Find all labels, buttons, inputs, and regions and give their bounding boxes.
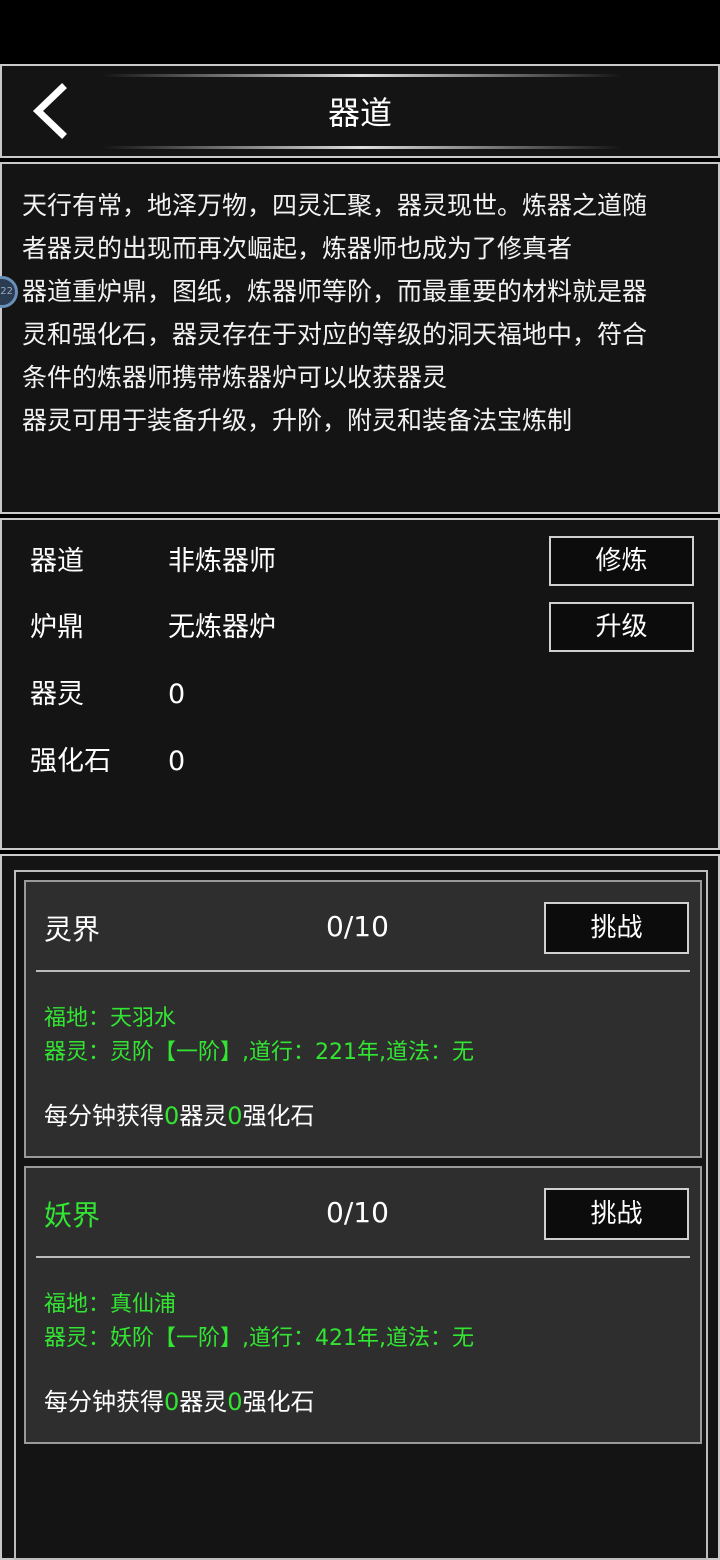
gain-mid: 器灵 [179, 1388, 228, 1416]
header-decor-line-top [102, 74, 622, 77]
description-line: 者器灵的出现而再次崛起，炼器师也成为了修真者 [22, 234, 573, 263]
description-line: 天行有常，地泽万物，四灵汇聚，器灵现世。炼器之道随 [22, 191, 648, 220]
description-line: 器灵可用于装备升级，升阶，附灵和装备法宝炼制 [22, 406, 573, 435]
stat-label: 器道 [30, 546, 84, 577]
stone-gain-value: 0 [227, 1388, 243, 1416]
realm-gain-rate: 每分钟获得0器灵0强化石 [44, 1096, 315, 1131]
page-title: 器道 [327, 94, 392, 132]
realm-progress-count: 0/10 [326, 910, 389, 943]
spirit-gain-value: 0 [164, 1388, 180, 1416]
spirit-gain-value: 0 [164, 1102, 180, 1130]
stone-gain-value: 0 [227, 1102, 243, 1130]
description-panel: 天行有常，地泽万物，四灵汇聚，器灵现世。炼器之道随 者器灵的出现而再次崛起，炼器… [0, 162, 720, 514]
stats-panel: 器道 非炼器师 炉鼎 无炼器炉 器灵 0 强化石 0 修炼 升级 [0, 518, 720, 850]
realm-name: 妖界 [44, 1199, 101, 1232]
gain-suffix: 强化石 [242, 1102, 315, 1130]
card-divider [36, 970, 690, 972]
realm-progress-count: 0/10 [326, 1196, 389, 1229]
gain-prefix: 每分钟获得 [44, 1102, 164, 1130]
stat-label: 器灵 [30, 679, 84, 710]
challenge-button[interactable]: 挑战 [544, 902, 689, 954]
challenge-button[interactable]: 挑战 [544, 1188, 689, 1240]
upgrade-button[interactable]: 升级 [549, 602, 694, 652]
header-bar: 器道 [0, 64, 720, 158]
header-decor-line-bottom [102, 146, 622, 149]
realm-card-yaojie: 妖界 0/10 挑战 福地：真仙浦 器灵：妖阶【一阶】,道行：421年,道法：无… [24, 1166, 702, 1444]
realms-list[interactable]: 灵界 0/10 挑战 福地：天羽水 器灵：灵阶【一阶】,道行：221年,道法：无… [14, 870, 708, 1560]
stat-value: 0 [168, 679, 186, 710]
realm-card-lingjie: 灵界 0/10 挑战 福地：天羽水 器灵：灵阶【一阶】,道行：221年,道法：无… [24, 880, 702, 1158]
stat-value: 0 [168, 746, 186, 777]
description-text: 天行有常，地泽万物，四灵汇聚，器灵现世。炼器之道随 者器灵的出现而再次崛起，炼器… [22, 184, 702, 442]
stat-value: 非炼器师 [168, 546, 276, 577]
stat-label: 炉鼎 [30, 612, 84, 643]
realms-panel: 灵界 0/10 挑战 福地：天羽水 器灵：灵阶【一阶】,道行：221年,道法：无… [0, 854, 720, 1560]
gain-suffix: 强化石 [242, 1388, 315, 1416]
realm-location: 福地：天羽水 [44, 1006, 177, 1031]
realm-spirit-info: 器灵：妖阶【一阶】,道行：421年,道法：无 [44, 1326, 474, 1351]
description-line: 条件的炼器师携带炼器炉可以收获器灵 [22, 363, 448, 392]
card-divider [36, 1256, 690, 1258]
gain-prefix: 每分钟获得 [44, 1388, 164, 1416]
train-button[interactable]: 修炼 [549, 536, 694, 586]
floating-assist-bubble[interactable]: 22 [0, 276, 18, 308]
description-line: 灵和强化石，器灵存在于对应的等级的洞天福地中，符合 [22, 320, 648, 349]
realm-name: 灵界 [44, 913, 101, 946]
realm-gain-rate: 每分钟获得0器灵0强化石 [44, 1382, 315, 1417]
gain-mid: 器灵 [179, 1102, 228, 1130]
stat-value: 无炼器炉 [168, 612, 276, 643]
realm-location: 福地：真仙浦 [44, 1292, 177, 1317]
description-line: 器道重炉鼎，图纸，炼器师等阶，而最重要的材料就是器 [22, 277, 648, 306]
stat-label: 强化石 [30, 746, 111, 777]
realm-spirit-info: 器灵：灵阶【一阶】,道行：221年,道法：无 [44, 1040, 474, 1065]
